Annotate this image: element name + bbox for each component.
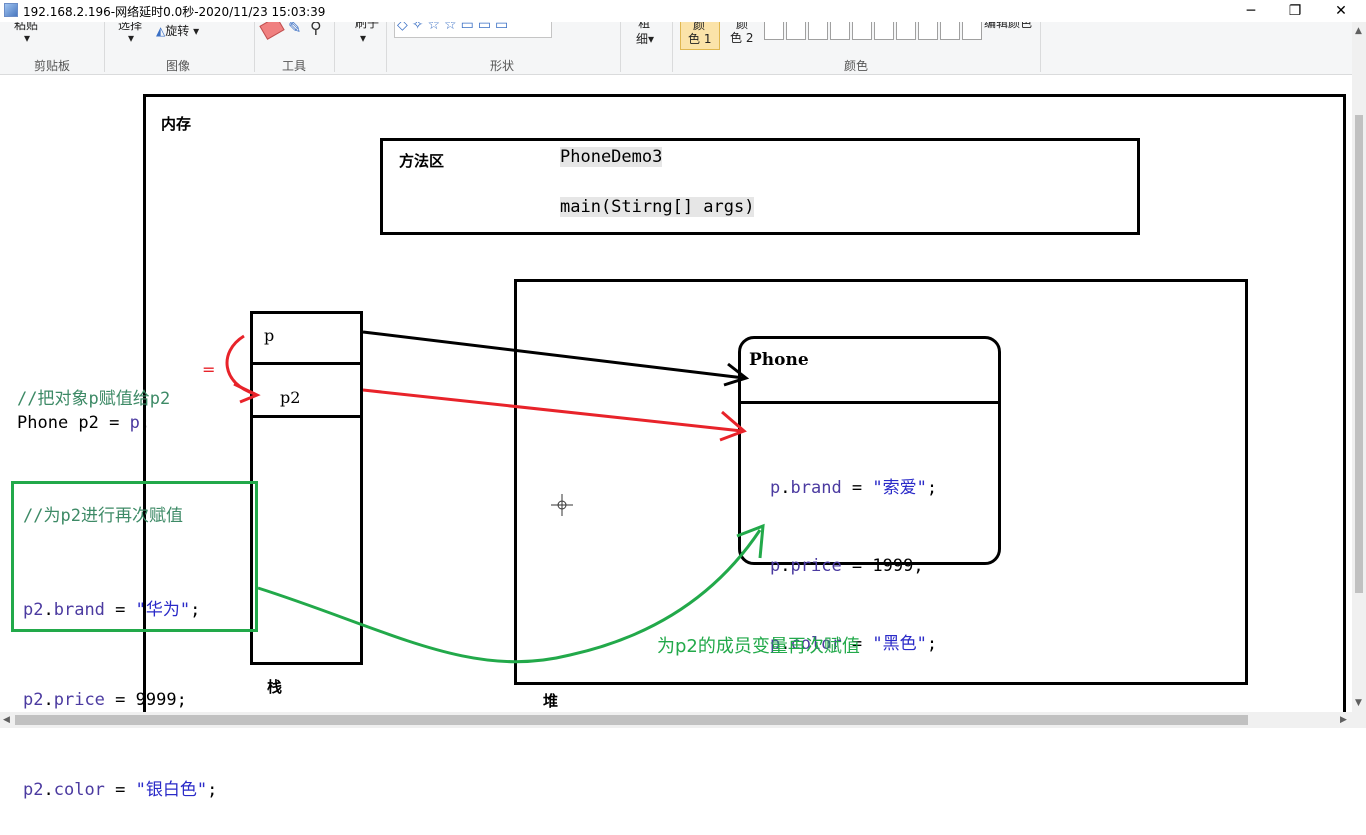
scroll-right-icon[interactable]: ▶ [1340,715,1347,725]
crosshair-cursor-icon [551,494,573,516]
window-title: 192.168.2.196-网络延时0.0秒-2020/11/23 15:03:… [23,5,326,19]
scroll-left-icon[interactable]: ◀ [3,715,10,725]
red-arrow [362,388,743,433]
vertical-scroll-thumb[interactable] [1355,115,1363,593]
title-bar[interactable]: 192.168.2.196-网络延时0.0秒-2020/11/23 15:03:… [0,0,1366,22]
horizontal-scroll-thumb[interactable] [15,715,1248,725]
minimize-button[interactable]: ─ [1228,0,1274,22]
arrows-layer [225,330,765,664]
red-arrowhead-icon [719,410,747,442]
scroll-down-icon[interactable]: ▼ [1355,698,1362,708]
close-button[interactable]: ✕ [1318,0,1364,22]
paint-app-icon[interactable] [4,3,18,17]
black-arrow [362,330,745,380]
scroll-up-icon[interactable]: ▲ [1355,26,1362,36]
red-curve-arrowhead-icon [233,382,261,404]
restore-button[interactable]: ❐ [1272,0,1318,22]
reassign-line: p2.color = "银白色"; [23,780,218,800]
red-curve-arrow [225,334,256,396]
green-curve-arrow [257,529,762,664]
